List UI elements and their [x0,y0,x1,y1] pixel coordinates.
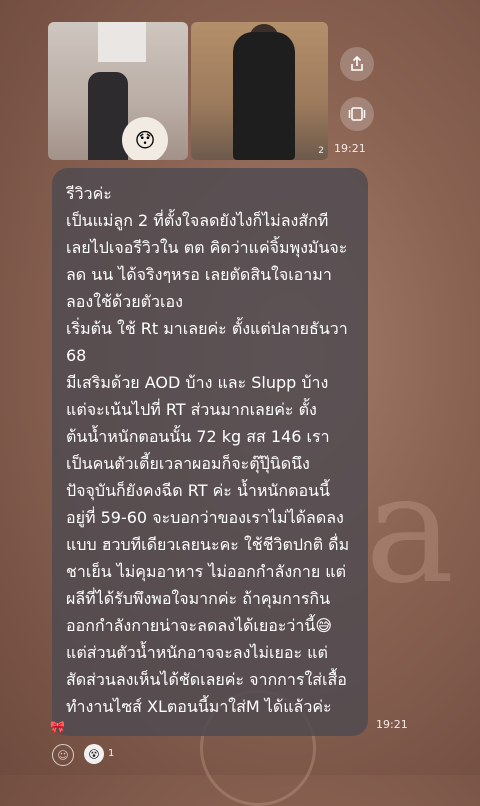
message-text-line: อยู่ที่ 59-60 จะบอกว่าของเราไม่ได้ลดลง [66,508,344,527]
message-text-line: ปัจจุบันก็ยังคงฉีด RT ค่ะ น้ำหนักตอนนี้ [66,481,330,500]
message-timestamp: 19:21 [376,718,408,731]
smiley-icon: ☺ [57,748,69,762]
share-button[interactable] [340,47,374,81]
reaction-avatar[interactable]: 😵 [84,744,104,764]
photo-subject [88,72,128,160]
photo-album[interactable]: 😯 2 [48,22,328,160]
message-text-line: เป็นคนตัวเตี้ยเวลาผอมก็จะตุ๊ปุ๊นิดนึง [66,454,310,473]
photo-thumbnail-1[interactable]: 😯 [48,22,188,160]
gallery-button[interactable] [340,97,374,131]
message-text-line: ชาเย็น ไม่คุมอาหาร ไม่ออกกำลังกาย แต่ [66,562,346,581]
censored-area [98,22,146,62]
message-text-line: ออกกำลังกายน่าจะลดลงได้เยอะว่านี้😅 [66,616,333,635]
share-icon [351,56,363,71]
photo-thumbnail-2[interactable]: 2 [191,22,328,160]
background-watermark-letter: a [365,443,455,617]
message-text-line: แต่ส่วนตัวน้ำหนักอาจจะลงไม่เยอะ แต่ [66,643,328,662]
message-text-line: ลด นน ได้จริงๆหรอ เลยตัดสินใจเอามา [66,265,332,284]
reaction-count: 1 [108,748,115,759]
message-text-line: 68 [66,346,87,365]
message-text-line: สัดส่วนลงเห็นได้ชัดเลยค่ะ จากการใส่เสื้อ [66,670,347,689]
message-text-line: ทำงานไซส์ XLตอนนี้มาใส่M ได้แล้วค่ะ [66,697,332,716]
photo-subject [233,32,295,160]
gallery-icon [348,107,366,121]
message-text-line: เป็นแม่ลูก 2 ที่ตั้งใจลดยังไงก็ไม่ลงสักท… [66,211,329,230]
message-bubble[interactable]: รีวิวค่ะเป็นแม่ลูก 2 ที่ตั้งใจลดยังไงก็ไ… [52,168,368,736]
reaction-face-icon: 😵 [88,747,100,761]
message-text-line: มีเสริมด้วย AOD บ้าง และ Slupp บ้าง [66,373,329,392]
photo-timestamp: 19:21 [334,142,366,155]
cute-face-sticker-icon: 😯 [122,117,168,160]
photo-count-label: 2 [318,146,324,156]
message-text-line: แบบ ฮวบทีเดียวเลยนะคะ ใช้ชีวิตปกติ ดื่ม [66,535,350,554]
add-reaction-button[interactable]: ☺ [52,744,74,766]
ribbon-icon: 🎀 [50,720,65,734]
message-text-line: ผลีที่ได้รับพึงพอใจมากค่ะ ถ้าคุมการกิน [66,589,331,608]
message-text-line: ลองใช้ด้วยตัวเอง [66,292,183,311]
message-text-line: เริ่มต้น ใช้ Rt มาเลยค่ะ ตั้งแต่ปลายธันว… [66,319,348,338]
message-text-line: แต่จะเน้นไปที่ RT ส่วนมากเลยค่ะ ตั้ง [66,400,317,419]
message-text-line: เลยไปเจอรีวิวใน ตต คิดว่าแค่จิ้มพุงมันจะ [66,238,348,257]
message-text-line: รีวิวค่ะ [66,184,112,203]
message-text-line: ต้นน้ำหนักตอนนั้น 72 kg สส 146 เรา [66,427,330,446]
